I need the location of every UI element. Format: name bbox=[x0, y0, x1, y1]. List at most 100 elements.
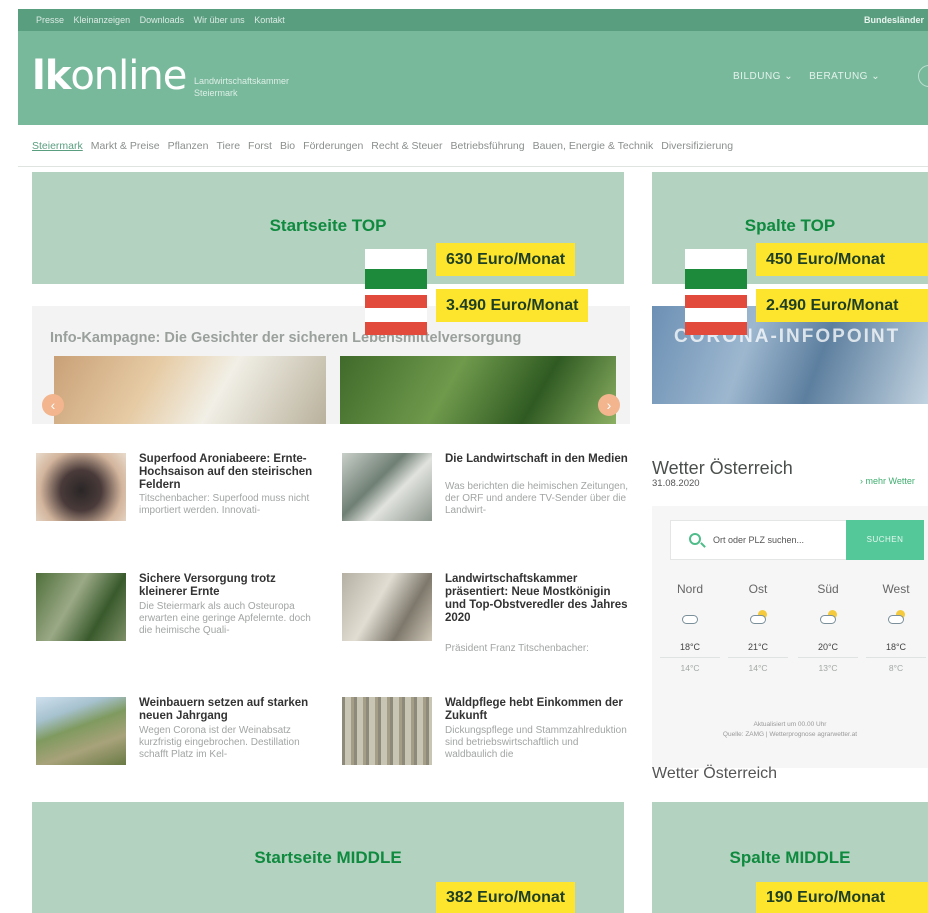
article-thumbnail[interactable] bbox=[342, 453, 432, 521]
ad-label: Spalte TOP bbox=[744, 216, 836, 235]
nav-item-recht-steuer[interactable]: Recht & Steuer bbox=[371, 140, 442, 152]
price-tag: 382 Euro/Monat bbox=[436, 882, 576, 913]
campaign-image-2[interactable] bbox=[340, 356, 616, 424]
nav-item-forst[interactable]: Forst bbox=[248, 140, 272, 152]
article-teaser-text: Was berichten die heimischen Zeitungen, … bbox=[445, 481, 629, 516]
topbar-link-downloads[interactable]: Downloads bbox=[140, 15, 185, 25]
weather-temp-max: 20°C bbox=[798, 642, 858, 658]
logo-rest-part: online bbox=[70, 53, 187, 99]
nav-item-bauen-energie[interactable]: Bauen, Energie & Technik bbox=[533, 140, 654, 152]
weather-region: Ost bbox=[748, 582, 768, 596]
article-teaser-text: Präsident Franz Titschenbacher: bbox=[445, 643, 589, 654]
article-teaser-text: Titschenbacher: Superfood muss nicht imp… bbox=[139, 493, 310, 516]
weather-temp-min: 8°C bbox=[888, 663, 904, 673]
weather-date: 31.08.2020 bbox=[652, 478, 700, 489]
weather-temp-min: 14°C bbox=[680, 663, 700, 673]
topbar-link-presse[interactable]: Presse bbox=[36, 15, 64, 25]
sun-cloud-icon bbox=[748, 610, 768, 626]
cloud-icon bbox=[680, 610, 700, 626]
weather-more-link[interactable]: › mehr Wetter bbox=[860, 476, 915, 486]
nav-item-foerderungen[interactable]: Förderungen bbox=[303, 140, 363, 152]
weather-temp-max: 18°C bbox=[866, 642, 926, 658]
top-utility-bar: Presse Kleinanzeigen Downloads Wir über … bbox=[18, 9, 928, 31]
austria-flag-icon bbox=[685, 295, 747, 335]
article-thumbnail[interactable] bbox=[342, 697, 432, 765]
slider-next-button[interactable]: › bbox=[598, 394, 620, 416]
weather-region: Nord bbox=[676, 582, 703, 596]
site-header: lkonline Landwirtschaftskammer Steiermar… bbox=[18, 31, 928, 125]
weather-search-input[interactable] bbox=[713, 531, 833, 549]
nav-item-steiermark[interactable]: Steiermark bbox=[32, 140, 83, 152]
logo-subtitle: Landwirtschaftskammer Steiermark bbox=[194, 75, 289, 99]
styria-flag-icon bbox=[685, 249, 747, 289]
logo-subtitle-line1: Landwirtschaftskammer bbox=[194, 76, 290, 86]
nav-item-markt-preise[interactable]: Markt & Preise bbox=[91, 140, 160, 152]
header-menu: BILDUNG ⌄ BERATUNG ⌄ bbox=[733, 71, 880, 82]
topbar-link-about[interactable]: Wir über uns bbox=[194, 15, 245, 25]
price-tag-steiermark: 630 Euro/Monat bbox=[436, 243, 576, 276]
page: Presse Kleinanzeigen Downloads Wir über … bbox=[0, 0, 928, 913]
ad-label: Spalte MIDDLE bbox=[729, 847, 851, 867]
article-thumbnail[interactable] bbox=[36, 697, 126, 765]
campaign-slider: Info-Kampagne: Die Gesichter der sichere… bbox=[32, 306, 630, 424]
article-teaser[interactable]: Waldpflege hebt Einkommen der Zukunft Di… bbox=[342, 697, 632, 787]
price-tag-steiermark: 450 Euro/Monat bbox=[756, 243, 928, 276]
nav-item-betriebsfuehrung[interactable]: Betriebsführung bbox=[450, 140, 524, 152]
logo-bold-part: lk bbox=[32, 53, 71, 99]
weather-column-sued: Süd 20°C 13°C bbox=[798, 582, 858, 673]
site-logo[interactable]: lkonline bbox=[32, 53, 187, 99]
styria-flag-icon bbox=[365, 249, 427, 289]
price-tag-oesterreich: 2.490 Euro/Monat bbox=[756, 289, 928, 322]
weather-column-west: West 18°C 8°C bbox=[866, 582, 926, 673]
article-teaser[interactable]: Superfood Aroniabeere: Ernte-Hochsaison … bbox=[36, 453, 326, 543]
weather-search-form: SUCHEN bbox=[670, 520, 924, 560]
weather-title: Wetter Österreich bbox=[652, 458, 793, 478]
campaign-title[interactable]: Info-Kampagne: Die Gesichter der sichere… bbox=[50, 330, 521, 346]
main-navigation: Steiermark Markt & Preise Pflanzen Tiere… bbox=[18, 125, 928, 167]
article-teaser-text: Die Steiermark als auch Osteuropa erwart… bbox=[139, 601, 311, 636]
sun-cloud-icon bbox=[886, 610, 906, 626]
article-thumbnail[interactable] bbox=[36, 453, 126, 521]
sun-cloud-icon bbox=[818, 610, 838, 626]
weather-title-secondary: Wetter Österreich bbox=[652, 765, 778, 778]
ad-label: Startseite TOP bbox=[269, 216, 387, 235]
nav-item-tiere[interactable]: Tiere bbox=[217, 140, 241, 152]
austria-flag-icon bbox=[365, 295, 427, 335]
article-title[interactable]: Superfood Aroniabeere: Ernte-Hochsaison … bbox=[139, 453, 324, 492]
campaign-image-1[interactable] bbox=[54, 356, 326, 424]
nav-item-bio[interactable]: Bio bbox=[280, 140, 295, 152]
logo-subtitle-line2: Steiermark bbox=[194, 88, 238, 98]
nav-item-pflanzen[interactable]: Pflanzen bbox=[168, 140, 209, 152]
weather-source: Quelle: ZAMG | Wetterprognose agrarwette… bbox=[722, 731, 858, 738]
weather-temp-max: 21°C bbox=[728, 642, 788, 658]
topbar-bundeslaender-link[interactable]: Bundesländer bbox=[864, 15, 924, 25]
article-thumbnail[interactable] bbox=[36, 573, 126, 641]
weather-region: West bbox=[882, 582, 910, 596]
menu-beratung[interactable]: BERATUNG ⌄ bbox=[809, 71, 880, 82]
nav-item-diversifizierung[interactable]: Diversifizierung bbox=[661, 140, 733, 152]
article-title[interactable]: Sichere Versorgung trotz kleinerer Ernte bbox=[139, 573, 324, 599]
topbar-link-kleinanzeigen[interactable]: Kleinanzeigen bbox=[74, 15, 131, 25]
article-teaser-text: Dickungspflege und Stammzahlreduktion si… bbox=[445, 725, 627, 760]
article-title[interactable]: Weinbauern setzen auf starken neuen Jahr… bbox=[139, 697, 324, 723]
article-title[interactable]: Landwirtschaftskammer präsentiert: Neue … bbox=[445, 573, 630, 625]
weather-search-button[interactable]: SUCHEN bbox=[846, 520, 924, 560]
article-title[interactable]: Waldpflege hebt Einkommen der Zukunft bbox=[445, 697, 630, 723]
article-title[interactable]: Die Landwirtschaft in den Medien bbox=[445, 453, 630, 466]
article-teaser[interactable]: Die Landwirtschaft in den Medien Was ber… bbox=[342, 453, 632, 543]
header-circle-button[interactable] bbox=[918, 65, 928, 87]
article-thumbnail[interactable] bbox=[342, 573, 432, 641]
article-teaser[interactable]: Landwirtschaftskammer präsentiert: Neue … bbox=[342, 573, 632, 663]
slider-prev-button[interactable]: ‹ bbox=[42, 394, 64, 416]
topbar-link-kontakt[interactable]: Kontakt bbox=[254, 15, 285, 25]
search-icon bbox=[689, 533, 701, 545]
weather-temp-min: 13°C bbox=[818, 663, 838, 673]
price-tag-oesterreich: 3.490 Euro/Monat bbox=[436, 289, 589, 322]
menu-bildung[interactable]: BILDUNG ⌄ bbox=[733, 71, 793, 82]
article-teaser[interactable]: Weinbauern setzen auf starken neuen Jahr… bbox=[36, 697, 326, 787]
weather-column-ost: Ost 21°C 14°C bbox=[728, 582, 788, 673]
weather-temp-min: 14°C bbox=[748, 663, 768, 673]
ad-label: Startseite MIDDLE bbox=[254, 847, 402, 867]
price-tag: 190 Euro/Monat bbox=[756, 882, 928, 913]
article-teaser[interactable]: Sichere Versorgung trotz kleinerer Ernte… bbox=[36, 573, 326, 663]
